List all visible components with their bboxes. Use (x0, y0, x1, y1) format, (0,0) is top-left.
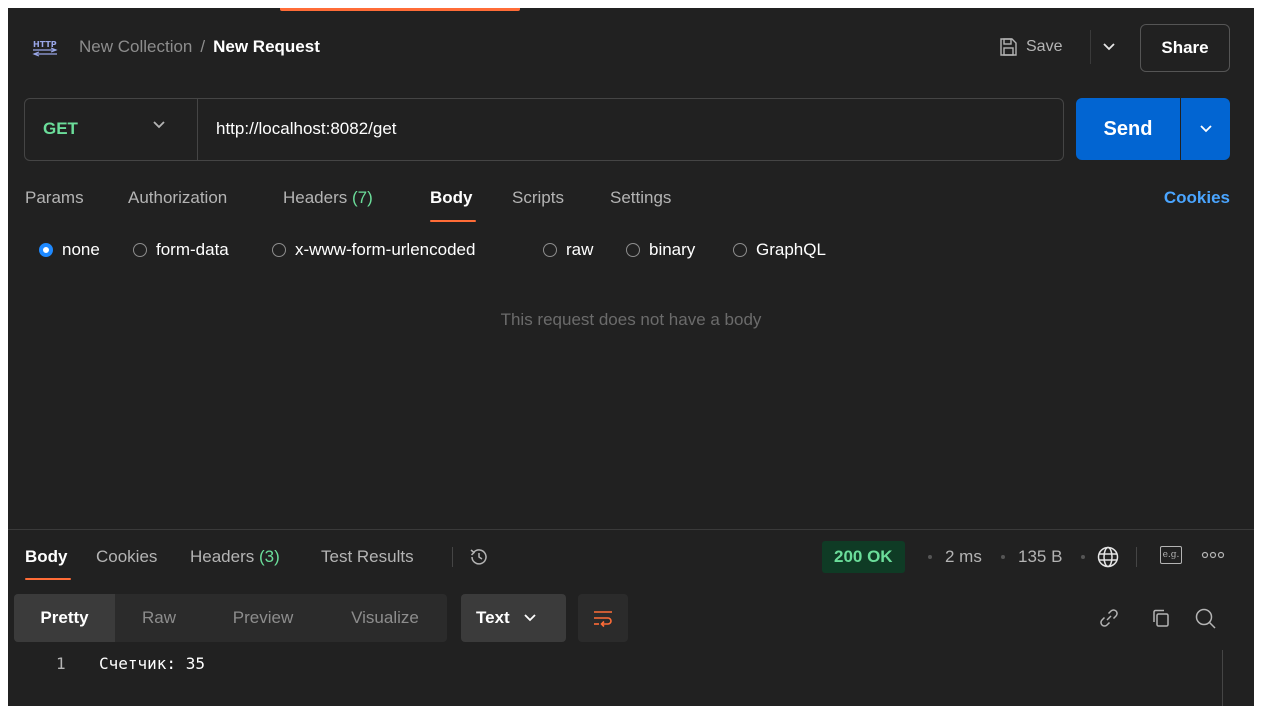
url-input[interactable] (216, 117, 1036, 141)
postman-window: HTTP New Collection / New Request Save S… (8, 8, 1254, 706)
line-number: 1 (56, 654, 66, 673)
format-label: Text (476, 608, 510, 627)
response-tab-body-underline (25, 578, 71, 580)
response-tab-headers[interactable]: Headers (3) (190, 547, 280, 567)
tab-body-underline (430, 220, 476, 222)
dot-separator (1001, 555, 1005, 559)
separator (452, 547, 453, 567)
radio-raw[interactable]: raw (543, 240, 593, 260)
tab-headers[interactable]: Headers (7) (283, 188, 373, 208)
send-button[interactable]: Send (1076, 98, 1180, 160)
link-icon[interactable] (1098, 607, 1120, 629)
separator (1136, 547, 1137, 567)
chevron-down-icon (524, 614, 536, 622)
radio-dot (543, 243, 557, 257)
url-bar: GET (24, 98, 1064, 161)
response-time[interactable]: 2 ms (945, 547, 982, 567)
radio-label: GraphQL (756, 240, 826, 259)
tab-settings[interactable]: Settings (610, 188, 671, 208)
search-icon[interactable] (1194, 607, 1218, 631)
radio-label: form-data (156, 240, 229, 259)
wrap-lines-icon (594, 611, 612, 628)
share-button[interactable]: Share (1140, 24, 1230, 72)
radio-none[interactable]: none (39, 240, 100, 260)
dot-separator (1081, 555, 1085, 559)
examples-button[interactable]: e.g. (1160, 546, 1182, 564)
status-badge[interactable]: 200 OK (822, 541, 905, 573)
dot-separator (928, 555, 932, 559)
save-icon (1000, 38, 1017, 56)
line-text: Счетчик: 35 (99, 654, 205, 673)
copy-icon[interactable] (1150, 607, 1172, 629)
breadcrumb-collection[interactable]: New Collection (79, 37, 192, 57)
tab-headers-label: Headers (283, 188, 348, 207)
chevron-down-icon (1102, 43, 1115, 51)
tab-body[interactable]: Body (430, 188, 473, 208)
breadcrumb-separator: / (200, 37, 206, 56)
radio-label: none (62, 240, 100, 259)
response-tab-headers-label: Headers (190, 547, 255, 566)
empty-body-message: This request does not have a body (500, 310, 762, 329)
chevron-down-icon (1199, 125, 1212, 133)
radio-label: raw (566, 240, 594, 259)
tab-scripts[interactable]: Scripts (512, 188, 564, 208)
radio-urlencoded[interactable]: x-www-form-urlencoded (272, 240, 475, 260)
save-button[interactable]: Save (998, 30, 1062, 64)
url-divider (197, 99, 198, 160)
save-options-button[interactable] (1090, 30, 1126, 64)
radio-dot (133, 243, 147, 257)
http-icon: HTTP (32, 40, 58, 57)
more-options-icon[interactable] (1201, 549, 1225, 561)
globe-icon[interactable] (1096, 545, 1120, 569)
radio-dot (272, 243, 286, 257)
wrap-lines-button[interactable] (578, 594, 628, 642)
response-size[interactable]: 135 B (1018, 547, 1062, 567)
pane-divider[interactable] (8, 529, 1254, 530)
radio-dot (626, 243, 640, 257)
view-preview-button[interactable]: Preview (203, 594, 323, 642)
response-headers-count: (3) (259, 547, 280, 566)
body-type-radios: none form-data x-www-form-urlencoded raw… (8, 240, 1254, 266)
save-label: Save (1026, 38, 1063, 55)
scrollbar[interactable] (1222, 650, 1223, 706)
response-tabs: Body Cookies Headers (3) Test Results 20… (8, 541, 1254, 585)
method-select[interactable]: GET (43, 119, 78, 139)
response-tab-cookies[interactable]: Cookies (96, 547, 157, 567)
view-visualize-button[interactable]: Visualize (323, 594, 447, 642)
radio-graphql[interactable]: GraphQL (733, 240, 826, 260)
view-raw-button[interactable]: Raw (115, 594, 203, 642)
radio-binary[interactable]: binary (626, 240, 695, 260)
radio-dot (733, 243, 747, 257)
tab-params[interactable]: Params (25, 188, 84, 208)
send-options-button[interactable] (1181, 98, 1230, 160)
svg-text:HTTP: HTTP (33, 40, 57, 49)
breadcrumb: New Collection / New Request (79, 37, 320, 57)
request-name[interactable]: New Request (213, 37, 320, 57)
response-tab-test-results[interactable]: Test Results (321, 547, 414, 567)
chevron-down-icon[interactable] (153, 121, 165, 129)
format-select[interactable]: Text (461, 594, 566, 642)
radio-form-data[interactable]: form-data (133, 240, 229, 260)
active-tab-indicator (280, 8, 520, 11)
request-header: HTTP New Collection / New Request Save S… (8, 22, 1254, 72)
tab-authorization[interactable]: Authorization (128, 188, 227, 208)
radio-dot (39, 243, 53, 257)
response-tab-body[interactable]: Body (25, 547, 68, 567)
radio-label: x-www-form-urlencoded (295, 240, 476, 259)
radio-label: binary (649, 240, 696, 259)
history-icon[interactable] (468, 546, 490, 568)
headers-count: (7) (352, 188, 373, 207)
cookies-link[interactable]: Cookies (1164, 188, 1230, 208)
response-view-selector: Pretty Raw Preview Visualize (14, 594, 447, 642)
view-pretty-button[interactable]: Pretty (14, 594, 115, 642)
request-tabs: Params Authorization Headers (7) Body Sc… (8, 184, 1254, 224)
code-line[interactable]: 1 Счетчик: 35 (8, 652, 1254, 676)
